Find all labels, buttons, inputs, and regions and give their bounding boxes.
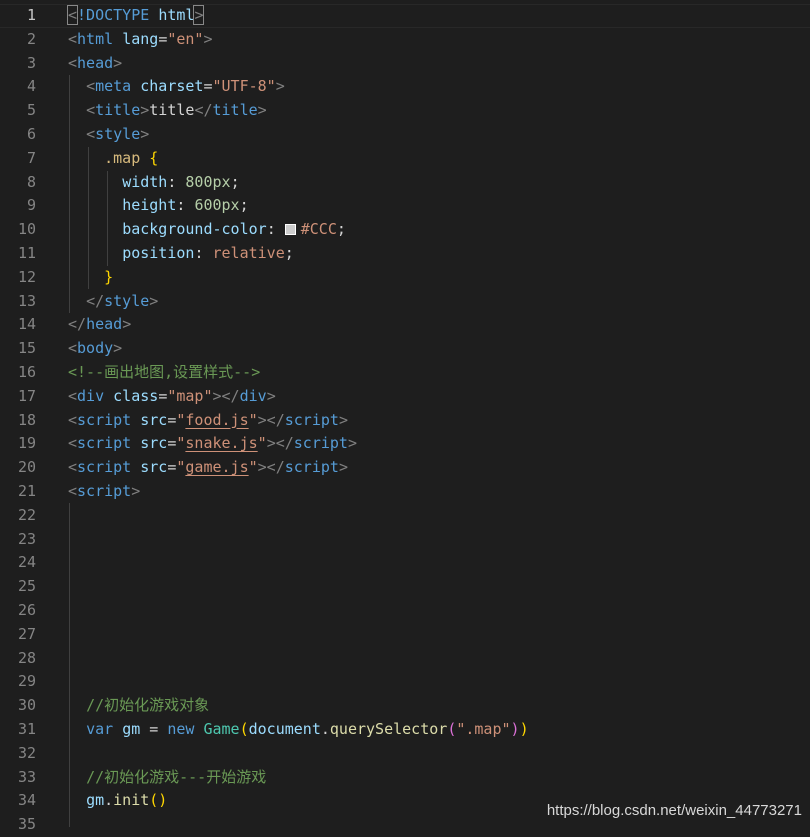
line-number: 12	[17, 267, 36, 286]
code-line-33: //初始化游戏---开始游戏	[86, 767, 267, 786]
code-area[interactable]: <!DOCTYPE html> <html lang="en"> <head> …	[66, 4, 810, 837]
code-line-8: width: 800px;	[122, 172, 240, 191]
line-number: 23	[17, 529, 36, 548]
line-number: 35	[17, 815, 36, 834]
code-editor[interactable]: 1 2 3 4 5 6 7 8 9 10 11 12 13 14 15 16 17 18 19 20 21 22 23 24 2…	[0, 0, 810, 833]
code-line-17: <div class="map"></div>	[68, 386, 276, 405]
line-number: 13	[17, 291, 36, 310]
line-number: 6	[26, 124, 36, 143]
code-line-1: <!DOCTYPE html>	[66, 5, 205, 25]
code-line-21: <script>	[68, 481, 141, 500]
code-line-10: background-color: #CCC;	[122, 220, 346, 239]
code-line-16: <!--画出地图,设置样式-->	[68, 362, 261, 381]
src-link-food[interactable]: food.js	[185, 411, 248, 429]
code-line-12: }	[104, 267, 114, 286]
line-number: 22	[17, 505, 36, 524]
line-number: 29	[17, 672, 36, 691]
line-number-gutter: 1 2 3 4 5 6 7 8 9 10 11 12 13 14 15 16 17 18 19 20 21 22 23 24 2…	[0, 4, 52, 837]
line-number: 19	[17, 434, 36, 453]
line-number: 26	[17, 600, 36, 619]
code-line-31: var gm = new Game(document.querySelector…	[86, 719, 529, 738]
line-number: 8	[26, 172, 36, 191]
line-number: 32	[17, 743, 36, 762]
line-number: 10	[17, 220, 36, 239]
code-line-6: <style>	[86, 124, 150, 143]
line-number: 7	[26, 148, 36, 167]
line-number: 11	[17, 243, 36, 262]
line-number: 15	[17, 339, 36, 358]
line-number: 30	[17, 696, 36, 715]
code-line-5: <title>title</title>	[86, 101, 267, 120]
code-line-2: <html lang="en">	[68, 29, 213, 48]
line-number: 28	[17, 648, 36, 667]
line-number: 18	[17, 410, 36, 429]
code-line-3: <head>	[68, 53, 123, 72]
line-number: 24	[17, 553, 36, 572]
line-number: 5	[26, 101, 36, 120]
line-number: 2	[26, 29, 36, 48]
line-number: 25	[17, 577, 36, 596]
line-number: 33	[17, 767, 36, 786]
line-number: 17	[17, 386, 36, 405]
line-number: 3	[26, 53, 36, 72]
code-line-30: //初始化游戏对象	[86, 696, 210, 715]
color-swatch-icon[interactable]	[284, 224, 296, 236]
code-line-14: </head>	[68, 315, 132, 334]
code-line-18: <script src="food.js"></script>	[68, 410, 348, 429]
line-number: 20	[17, 458, 36, 477]
line-number: 1	[26, 6, 36, 24]
code-line-19: <script src="snake.js"></script>	[68, 434, 357, 453]
src-link-game[interactable]: game.js	[185, 458, 248, 476]
line-number: 27	[17, 624, 36, 643]
code-line-4: <meta charset="UTF-8">	[86, 77, 285, 96]
line-number: 34	[17, 791, 36, 810]
code-line-7: .map {	[104, 148, 159, 167]
src-link-snake[interactable]: snake.js	[185, 434, 257, 452]
code-line-20: <script src="game.js"></script>	[68, 458, 348, 477]
line-number: 16	[17, 362, 36, 381]
code-line-13: </style>	[86, 291, 159, 310]
line-number: 14	[17, 315, 36, 334]
line-number: 21	[17, 481, 36, 500]
watermark-url: https://blog.csdn.net/weixin_44773271	[546, 802, 802, 819]
code-line-15: <body>	[68, 339, 123, 358]
line-number: 9	[26, 196, 36, 215]
code-line-9: height: 600px;	[122, 196, 249, 215]
line-number: 4	[26, 77, 36, 96]
line-number: 31	[17, 719, 36, 738]
code-line-11: position: relative;	[122, 243, 294, 262]
